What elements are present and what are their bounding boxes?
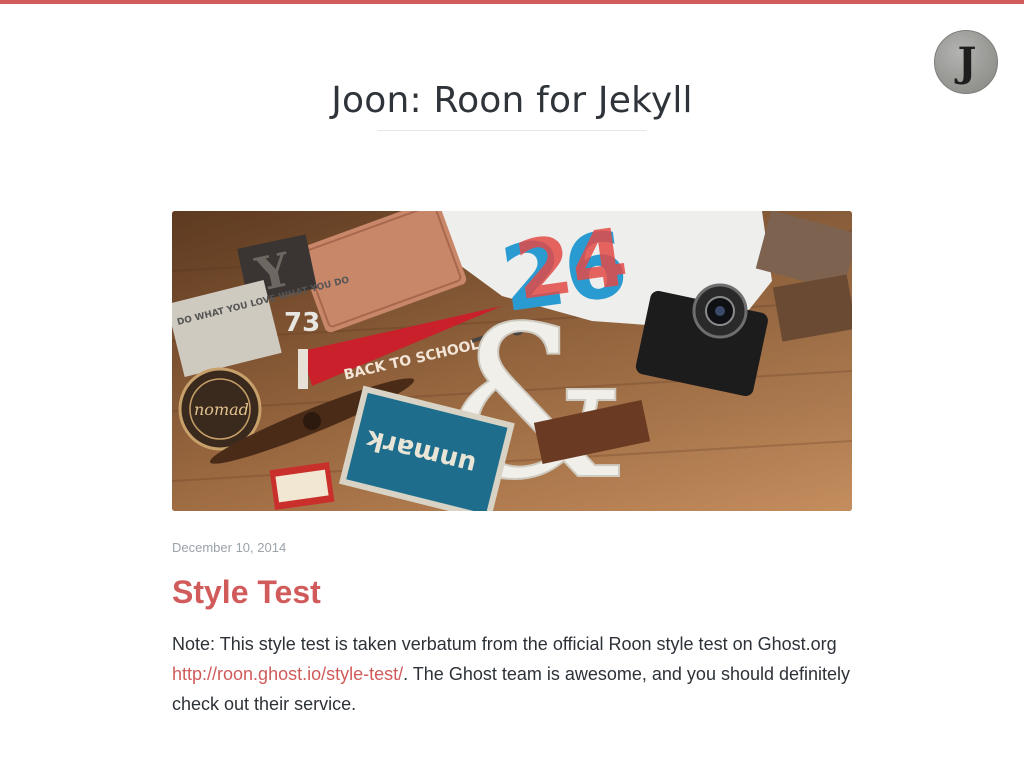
post-title[interactable]: Style Test [172,574,321,611]
excerpt-text-start: Note: This style test is taken verbatum … [172,634,837,654]
style-test-link[interactable]: http://roon.ghost.io/style-test/ [172,664,403,684]
post-excerpt: Note: This style test is taken verbatum … [172,629,852,719]
post-date: December 10, 2014 [172,540,287,555]
feature-image-art: 26 24 Y DO WHAT YOU LOVE WHAT YOU DO 73 … [172,211,852,511]
site-title[interactable]: Joon: Roon for Jekyll [0,80,1024,121]
type-numbers: 73 [284,308,320,338]
badge-label: nomad [194,400,249,419]
top-accent-bar [0,0,1024,4]
title-underline [377,130,647,131]
feature-image[interactable]: 26 24 Y DO WHAT YOU LOVE WHAT YOU DO 73 … [172,211,852,511]
